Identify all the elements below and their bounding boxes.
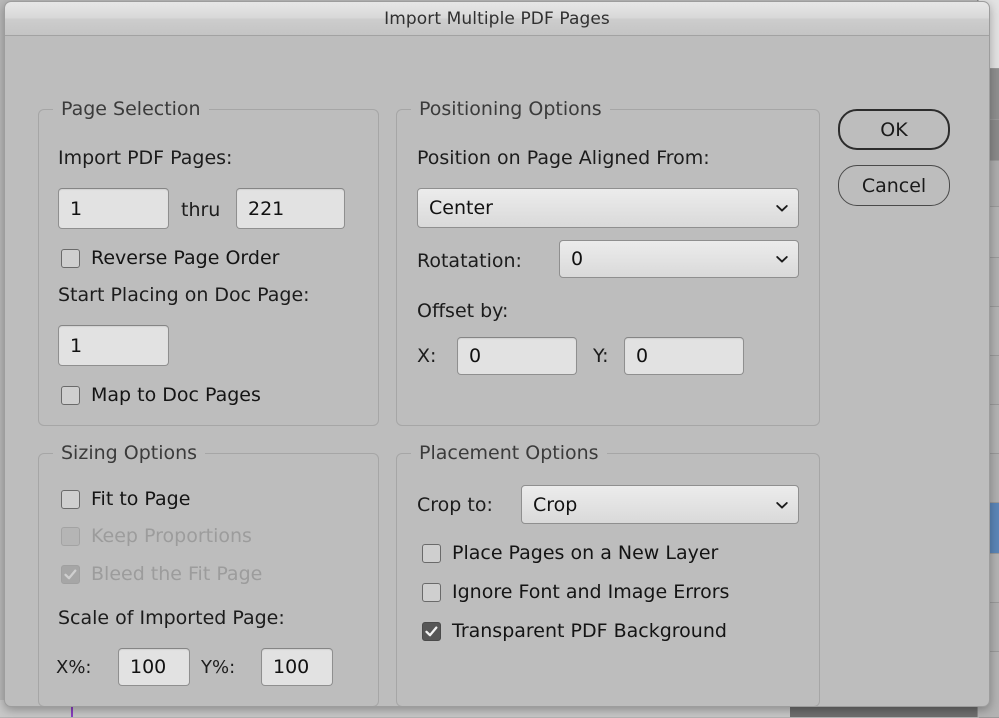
label-import-pdf-pages: Import PDF Pages: [58,147,232,169]
input-start-placing-doc-page[interactable]: 1 [58,325,169,366]
dropdown-rotatation[interactable]: 0 [559,240,799,278]
checkmark-icon [424,624,439,639]
checkbox-transparent-pdf-background[interactable]: Transparent PDF Background [422,620,727,642]
ok-button[interactable]: OK [838,109,950,150]
dropdown-value: Center [429,197,774,219]
checkmark-icon [63,567,78,582]
checkbox-reverse-page-order[interactable]: Reverse Page Order [61,247,279,269]
label-thru: thru [181,199,220,221]
checkbox-place-pages-on-new-layer[interactable]: Place Pages on a New Layer [422,542,718,564]
label-offset-x: X: [417,345,436,367]
input-offset-x[interactable]: 0 [457,337,577,375]
input-scale-y[interactable]: 100 [261,648,333,686]
checkbox-label: Transparent PDF Background [452,620,727,642]
checkbox-box-icon[interactable] [61,386,80,405]
checkbox-fit-to-page[interactable]: Fit to Page [61,488,190,510]
chevron-down-icon [774,497,790,513]
label-scale-x: X%: [56,657,92,678]
checkbox-label: Place Pages on a New Layer [452,542,718,564]
import-multiple-pdf-pages-dialog: Import Multiple PDF Pages Page Selection… [4,1,990,707]
cancel-button-label: Cancel [862,175,926,197]
checkbox-bleed-the-fit-page: Bleed the Fit Page [61,563,262,585]
label-position-on-page-aligned-from: Position on Page Aligned From: [417,147,710,169]
label-offset-y: Y: [593,345,608,367]
label-start-placing-on-doc-page: Start Placing on Doc Page: [58,284,310,306]
checkbox-box-icon [61,565,80,584]
dialog-titlebar[interactable]: Import Multiple PDF Pages [5,2,989,36]
checkbox-box-icon [61,527,80,546]
checkbox-label: Map to Doc Pages [91,384,261,406]
cancel-button[interactable]: Cancel [838,165,950,206]
input-offset-y[interactable]: 0 [624,337,744,375]
checkbox-label: Reverse Page Order [91,247,279,269]
checkbox-box-icon[interactable] [61,490,80,509]
dropdown-value: 0 [571,248,774,270]
checkbox-label: Ignore Font and Image Errors [452,581,729,603]
checkbox-label: Fit to Page [91,488,190,510]
label-rotatation: Rotatation: [417,250,522,272]
checkbox-map-to-doc-pages[interactable]: Map to Doc Pages [61,384,261,406]
dialog-body: Page Selection Import PDF Pages: 1 thru … [5,36,989,707]
input-scale-x[interactable]: 100 [118,648,190,686]
label-scale-of-imported-page: Scale of Imported Page: [58,607,285,629]
dialog-title: Import Multiple PDF Pages [384,9,610,29]
group-title-placement-options: Placement Options [411,442,607,464]
group-title-positioning-options: Positioning Options [411,98,610,120]
label-scale-y: Y%: [201,657,235,678]
chevron-down-icon [774,200,790,216]
checkbox-keep-proportions: Keep Proportions [61,525,252,547]
dropdown-value: Crop [533,494,774,516]
checkbox-box-icon[interactable] [61,249,80,268]
input-import-from-page[interactable]: 1 [58,188,169,229]
label-crop-to: Crop to: [417,494,493,516]
dropdown-position-aligned-from[interactable]: Center [417,188,799,228]
checkbox-box-icon[interactable] [422,544,441,563]
group-title-page-selection: Page Selection [53,98,209,120]
checkbox-ignore-font-and-image-errors[interactable]: Ignore Font and Image Errors [422,581,729,603]
checkbox-box-icon[interactable] [422,583,441,602]
label-offset-by: Offset by: [417,300,508,322]
group-title-sizing-options: Sizing Options [53,442,205,464]
dropdown-crop-to[interactable]: Crop [521,485,799,524]
ok-button-label: OK [880,119,907,141]
checkbox-label: Bleed the Fit Page [91,563,262,585]
chevron-down-icon [774,251,790,267]
checkbox-box-icon[interactable] [422,622,441,641]
input-import-to-page[interactable]: 221 [236,188,345,229]
checkbox-label: Keep Proportions [91,525,252,547]
